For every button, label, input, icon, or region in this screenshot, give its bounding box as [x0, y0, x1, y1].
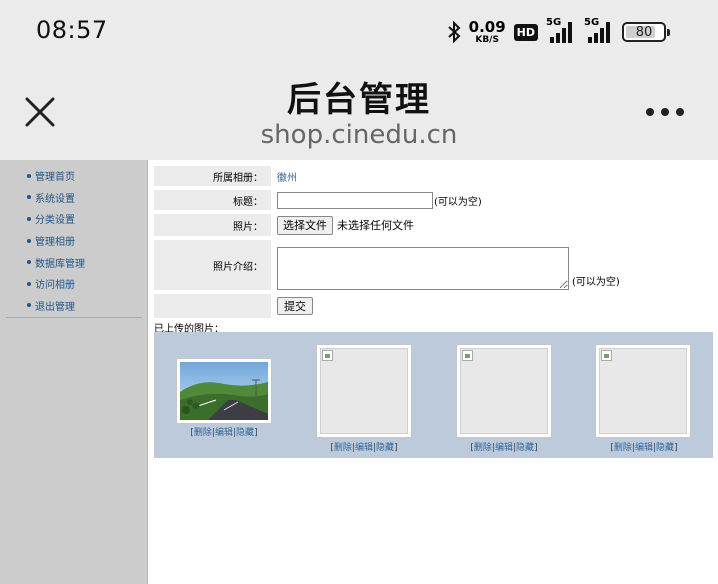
- photo-thumbnail[interactable]: [316, 344, 412, 438]
- album-value[interactable]: 徽州: [277, 169, 297, 184]
- sidebar-menu: 管理首页 系统设置 分类设置 管理相册 数据库管理 访问相册 退出管理: [0, 160, 147, 316]
- net-speed-unit: KB/S: [475, 34, 499, 45]
- edit-link[interactable]: 编辑: [495, 443, 513, 453]
- hide-link[interactable]: 隐藏: [236, 428, 254, 438]
- delete-link[interactable]: 删除: [614, 443, 632, 453]
- intro-hint: (可以为空): [572, 277, 620, 288]
- broken-image-icon: [601, 350, 612, 361]
- hd-icon: HD: [513, 23, 538, 41]
- photo-label: 照片：: [154, 214, 271, 236]
- more-dots-icon: [661, 108, 669, 116]
- more-dots-icon: [676, 108, 684, 116]
- signal-label: 5G: [546, 17, 562, 28]
- delete-link[interactable]: 删除: [474, 443, 492, 453]
- gallery-actions: [删除|编辑|隐藏]: [330, 443, 398, 453]
- sidebar-item-label: 访问相册: [35, 280, 75, 292]
- gallery-item: [删除|编辑|隐藏]: [434, 332, 574, 458]
- page-domain: shop.cinedu.cn: [260, 120, 458, 150]
- status-bar: 08:57 0.09 KB/S HD 5G 5G 80: [0, 0, 718, 64]
- sidebar-item-label: 系统设置: [35, 193, 75, 205]
- page-title: 后台管理: [287, 80, 431, 120]
- delete-link[interactable]: 删除: [334, 443, 352, 453]
- signal-icon: 5G: [584, 17, 614, 43]
- delete-link[interactable]: 删除: [194, 428, 212, 438]
- photo-thumbnail[interactable]: [456, 344, 552, 438]
- net-speed: 0.09 KB/S: [468, 17, 506, 45]
- gallery-actions: [删除|编辑|隐藏]: [190, 428, 258, 438]
- bullet-icon: [27, 216, 31, 221]
- intro-textarea[interactable]: [277, 247, 569, 290]
- more-menu-button[interactable]: [646, 108, 684, 116]
- title-hint: (可以为空): [434, 196, 482, 208]
- gallery-item: [删除|编辑|隐藏]: [294, 332, 434, 458]
- sidebar-item-logout[interactable]: 退出管理: [0, 295, 147, 317]
- hide-link[interactable]: 隐藏: [516, 443, 534, 453]
- status-icons: 0.09 KB/S HD 5G 5G 80: [447, 17, 670, 46]
- photo-thumbnail[interactable]: [595, 344, 691, 438]
- sidebar-item-manage-albums[interactable]: 管理相册: [0, 230, 147, 252]
- battery-icon: 80: [622, 22, 670, 42]
- broken-image-icon: [462, 350, 473, 361]
- album-label: 所属相册：: [154, 166, 271, 186]
- sidebar: 管理首页 系统设置 分类设置 管理相册 数据库管理 访问相册 退出管理: [0, 160, 148, 584]
- edit-link[interactable]: 编辑: [635, 443, 653, 453]
- sidebar-item-label: 数据库管理: [35, 258, 85, 270]
- form-row-photo: 照片： 选择文件 未选择任何文件: [154, 214, 718, 236]
- broken-image-icon: [322, 350, 333, 361]
- form-row-submit: 提交: [154, 294, 718, 318]
- landscape-photo: [180, 362, 268, 420]
- gallery-item: [删除|编辑|隐藏]: [154, 332, 294, 458]
- title-input[interactable]: [277, 191, 433, 209]
- sidebar-item-label: 分类设置: [35, 215, 75, 227]
- submit-button[interactable]: 提交: [277, 297, 313, 315]
- title-bar: 后台管理 shop.cinedu.cn: [0, 64, 718, 160]
- more-dots-icon: [646, 108, 654, 116]
- form-row-album: 所属相册： 徽州: [154, 166, 718, 186]
- hide-link[interactable]: 隐藏: [656, 443, 674, 453]
- sidebar-item-system-settings[interactable]: 系统设置: [0, 187, 147, 209]
- bullet-icon: [27, 281, 31, 286]
- battery-level: 80: [635, 24, 653, 40]
- status-time: 08:57: [36, 16, 108, 44]
- sidebar-item-home[interactable]: 管理首页: [0, 165, 147, 187]
- edit-link[interactable]: 编辑: [355, 443, 373, 453]
- sidebar-divider: [6, 317, 142, 318]
- title-label: 标题：: [154, 190, 271, 210]
- bluetooth-icon: [447, 21, 461, 43]
- sidebar-item-label: 退出管理: [35, 301, 75, 313]
- hide-link[interactable]: 隐藏: [376, 443, 394, 453]
- intro-label: 照片介绍：: [154, 240, 271, 290]
- sidebar-item-label: 管理首页: [35, 172, 75, 184]
- choose-file-button[interactable]: 选择文件: [277, 215, 333, 235]
- file-status: 未选择任何文件: [337, 219, 414, 232]
- gallery-actions: [删除|编辑|隐藏]: [470, 443, 538, 453]
- form-row-title: 标题： (可以为空): [154, 190, 718, 210]
- signal-icon: 5G: [546, 17, 576, 43]
- sidebar-item-visit-album[interactable]: 访问相册: [0, 273, 147, 295]
- bullet-icon: [27, 303, 31, 308]
- photo-thumbnail[interactable]: [176, 358, 272, 424]
- signal-label: 5G: [584, 17, 600, 28]
- bullet-icon: [27, 260, 31, 265]
- uploaded-gallery: [删除|编辑|隐藏] [删除|编辑|隐藏] [删除|编辑|隐藏] [删除|编辑|…: [154, 332, 713, 458]
- form-row-intro: 照片介绍： (可以为空): [154, 240, 718, 290]
- net-speed-value: 0.09: [468, 17, 506, 36]
- sidebar-item-label: 管理相册: [35, 237, 75, 249]
- sidebar-item-database[interactable]: 数据库管理: [0, 251, 147, 273]
- sidebar-item-category-settings[interactable]: 分类设置: [0, 208, 147, 230]
- bullet-icon: [27, 195, 31, 200]
- bullet-icon: [27, 238, 31, 243]
- gallery-item: [删除|编辑|隐藏]: [574, 332, 714, 458]
- edit-link[interactable]: 编辑: [215, 428, 233, 438]
- gallery-actions: [删除|编辑|隐藏]: [610, 443, 678, 453]
- bullet-icon: [27, 173, 31, 178]
